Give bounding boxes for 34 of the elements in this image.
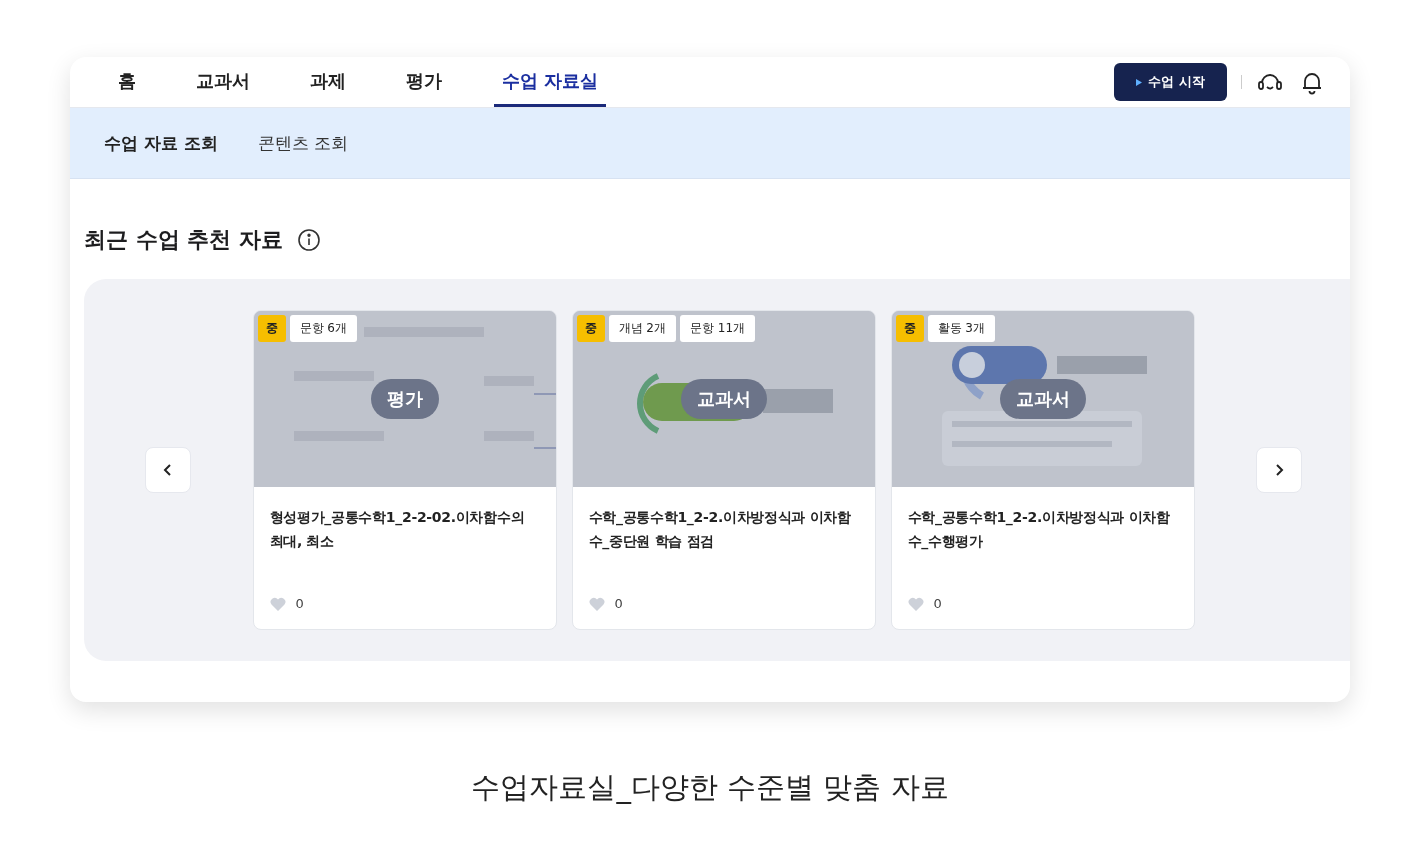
card-title: 수학_공통수학1_2-2.이차방정식과 이차함수_수행평가 xyxy=(907,508,1171,552)
level-badge: 중 xyxy=(576,315,605,342)
nav-tab[interactable]: 교과서 xyxy=(188,57,258,107)
material-card[interactable]: 중 개념 2개 문항 11개 교과서 수학_공통수학1_2-2.이차방정식과 이차함수_중단원 학습 점검 0 xyxy=(571,310,876,630)
previous-button[interactable] xyxy=(145,447,191,493)
heart-icon[interactable] xyxy=(269,596,286,611)
next-button[interactable] xyxy=(1256,447,1302,493)
level-badge: 중 xyxy=(257,315,286,342)
card-title: 수학_공통수학1_2-2.이차방정식과 이차함수_중단원 학습 점검 xyxy=(588,508,852,552)
heart-icon[interactable] xyxy=(907,596,924,611)
info-icon[interactable] xyxy=(297,228,321,252)
category-label: 교과서 xyxy=(680,379,767,419)
nav-tab[interactable]: 평가 xyxy=(398,57,450,107)
like-count: 0 xyxy=(614,596,623,611)
card-title: 형성평가_공통수학1_2-2-02.이차함수의 최대, 최소 xyxy=(269,508,526,551)
play-icon xyxy=(1136,78,1143,86)
sub-nav-tab[interactable]: 콘텐츠 조회 xyxy=(257,131,349,155)
like-count: 0 xyxy=(933,596,942,611)
count-tag: 활동 3개 xyxy=(927,315,995,342)
nav-tab[interactable]: 과제 xyxy=(302,57,354,107)
material-card[interactable]: 중 문항 6개 평가 형성평가_공통수학1_2-2-02.이차함수의 최대, 최소 0 xyxy=(252,310,557,630)
caption: 수업자료실_다양한 수준별 맞춤 자료 xyxy=(470,769,950,806)
sub-nav-tab[interactable]: 수업 자료 조회 xyxy=(104,131,218,155)
count-tag: 문항 6개 xyxy=(289,315,357,342)
like-count: 0 xyxy=(295,596,304,611)
level-badge: 중 xyxy=(895,315,924,342)
category-label: 교과서 xyxy=(999,379,1086,419)
heart-icon[interactable] xyxy=(588,596,605,611)
start-class-button[interactable]: 수업 시작 xyxy=(1114,63,1227,101)
nav-tab[interactable]: 홈 xyxy=(110,57,144,107)
section-title: 최근 수업 추천 자료 xyxy=(84,226,283,254)
count-tag: 문항 11개 xyxy=(679,315,756,342)
material-card[interactable]: 중 활동 3개 교과서 수학_공통수학1_2-2.이차방정식과 이차함수_수행평가 0 xyxy=(890,310,1195,630)
count-tag: 개념 2개 xyxy=(608,315,676,342)
